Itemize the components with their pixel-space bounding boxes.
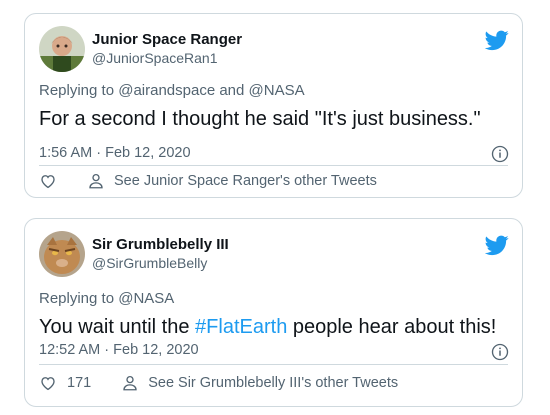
divider xyxy=(39,165,508,166)
mention-link[interactable]: @NASA xyxy=(249,82,305,99)
person-icon xyxy=(89,173,103,189)
info-icon[interactable] xyxy=(491,145,509,163)
other-tweets-link[interactable]: See Sir Grumblebelly III's other Tweets xyxy=(121,374,398,392)
replying-joiner: and xyxy=(219,82,245,99)
replying-to: Replying to @airandspace and @NASA xyxy=(39,82,305,99)
other-tweets-link[interactable]: See Junior Space Ranger's other Tweets xyxy=(87,172,377,190)
like-count: 171 xyxy=(67,375,92,391)
like-button[interactable]: 171 xyxy=(39,374,91,392)
user-handle[interactable]: @JuniorSpaceRan1 xyxy=(92,50,218,66)
divider xyxy=(39,364,508,365)
tweet-text-part: You wait until the xyxy=(39,316,196,338)
heart-icon xyxy=(41,377,55,391)
display-name[interactable]: Sir Grumblebelly III xyxy=(92,236,229,253)
display-name[interactable]: Junior Space Ranger xyxy=(92,31,242,48)
like-button[interactable] xyxy=(39,172,57,190)
twitter-bird-icon[interactable] xyxy=(485,28,509,52)
replying-to: Replying to @NASA xyxy=(39,290,174,307)
hashtag-link[interactable]: #FlatEarth xyxy=(195,316,287,338)
avatar[interactable] xyxy=(39,26,85,72)
tweet-card[interactable]: Junior Space Ranger @JuniorSpaceRan1 Rep… xyxy=(24,13,523,198)
tweet-text: For a second I thought he said "It's jus… xyxy=(39,108,481,131)
heart-icon xyxy=(41,175,55,189)
tweet-text-part: For a second I thought he said "It's jus… xyxy=(39,108,481,130)
tweet-text: You wait until the #FlatEarth people hea… xyxy=(39,316,496,339)
mention-link[interactable]: @NASA xyxy=(118,290,174,307)
info-icon[interactable] xyxy=(491,343,509,361)
other-tweets-label: See Sir Grumblebelly III's other Tweets xyxy=(148,375,399,391)
timestamp[interactable]: 12:52 AM · Feb 12, 2020 xyxy=(39,342,199,358)
tweet-actions: 171 See Sir Grumblebelly III's other Twe… xyxy=(39,374,398,392)
user-handle[interactable]: @SirGrumbleBelly xyxy=(92,255,207,271)
mention-link[interactable]: @airandspace xyxy=(118,82,215,99)
other-tweets-label: See Junior Space Ranger's other Tweets xyxy=(114,173,377,189)
tweet-actions: See Junior Space Ranger's other Tweets xyxy=(39,172,377,190)
tweet-text-part: people hear about this! xyxy=(287,316,497,338)
tweet-card[interactable]: Sir Grumblebelly III @SirGrumbleBelly Re… xyxy=(24,218,523,407)
twitter-bird-icon[interactable] xyxy=(485,233,509,257)
timestamp[interactable]: 1:56 AM · Feb 12, 2020 xyxy=(39,145,191,161)
person-icon xyxy=(123,375,137,391)
avatar[interactable] xyxy=(39,231,85,277)
replying-prefix: Replying to xyxy=(39,290,115,307)
replying-prefix: Replying to xyxy=(39,82,115,99)
